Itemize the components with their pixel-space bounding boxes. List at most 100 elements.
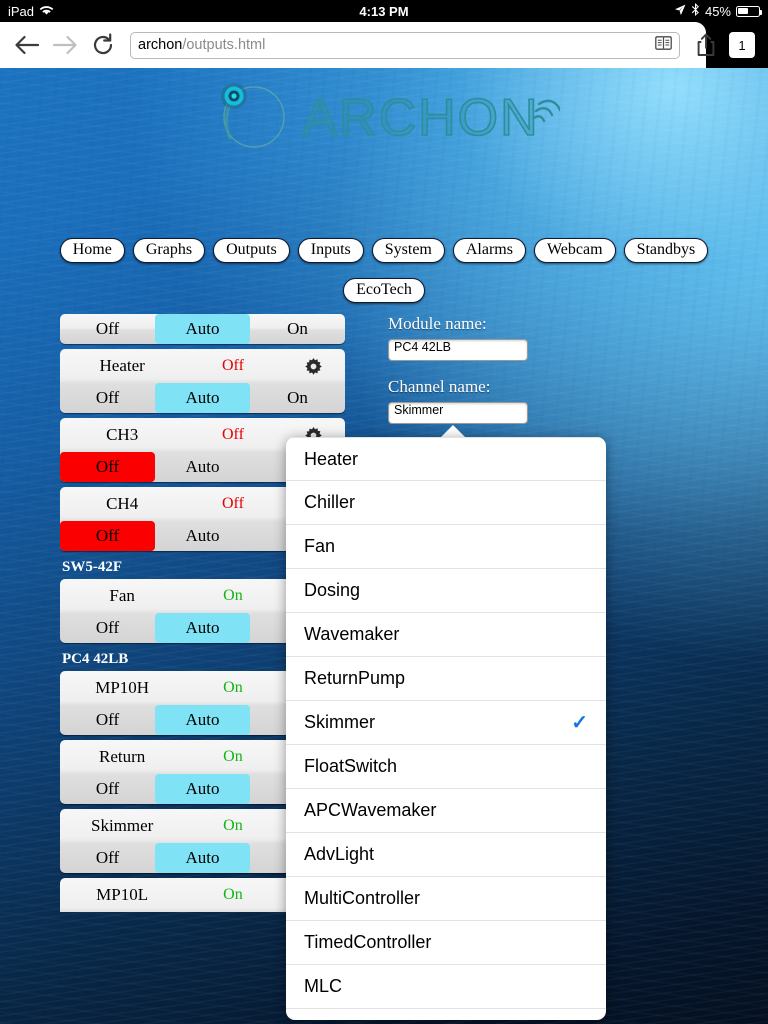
channel-state: On [223,587,243,604]
checkmark-icon: ✓ [571,712,588,734]
battery-icon [736,5,763,17]
mode-on-button[interactable]: On [250,383,345,413]
mode-off-button[interactable]: Off [60,383,155,413]
mode-auto-button[interactable]: Auto [155,314,250,344]
mode-off-button[interactable]: Off [60,452,155,482]
dropdown-option-wavemaker[interactable]: Wavemaker [286,613,606,657]
archon-wordmark: ARCHON [302,88,540,148]
dropdown-option-chiller[interactable]: Chiller [286,481,606,525]
dropdown-option-advlight[interactable]: AdvLight [286,833,606,877]
tab-count-badge[interactable]: 1 [729,32,755,58]
channel-state: On [223,679,243,696]
mode-auto-button[interactable]: Auto [155,452,250,482]
dropdown-option-timedcontroller[interactable]: TimedController [286,921,606,965]
nav-item-webcam[interactable]: Webcam [533,238,616,263]
dropdown-option-label: TimedController [304,932,432,952]
mode-auto-button[interactable]: Auto [155,613,250,643]
status-bar-right: 45% [674,3,763,19]
mode-auto-button[interactable]: Auto [155,843,250,873]
mode-auto-button[interactable]: Auto [155,774,250,804]
dropdown-option-label: Heater [304,448,359,469]
forward-arrow-icon[interactable] [48,28,82,62]
wifi-arc-icon [532,99,560,123]
ios-status-bar: iPad 4:13 PM 45% [0,0,768,22]
url-input[interactable]: archon/outputs.html [130,31,680,59]
nav-item-inputs[interactable]: Inputs [297,238,364,263]
mode-off-button[interactable]: Off [60,613,155,643]
function-dropdown-popover[interactable]: Heater Chiller Fan Dosing Wavemaker ReturnPum… [286,425,606,1020]
dropdown-option-floatswitch[interactable]: FloatSwitch [286,745,606,789]
dropdown-option-label: MLC [304,976,343,996]
dropdown-option-label: APCWavemaker [304,800,437,820]
nav-item-standbys[interactable]: Standbys [623,238,709,263]
channel-name-input[interactable]: Skimmer [388,402,528,424]
site-logo: ARCHON [0,76,768,160]
channel-name: MP10H [95,678,150,697]
channel-name: CH4 [106,494,139,513]
nav-item-graphs[interactable]: Graphs [132,238,206,263]
reader-view-icon[interactable] [655,36,672,54]
nav-item-ecotech[interactable]: EcoTech [343,278,425,303]
url-path: /outputs.html [182,37,266,53]
battery-percent-label: 45% [704,3,731,19]
channel-name-label: Channel name: [388,377,491,396]
mode-off-button[interactable]: Off [60,843,155,873]
dropdown-option-label: MultiController [304,888,421,908]
mode-off-button[interactable]: Off [60,705,155,735]
channel-mode-segmented-control[interactable]: OffAutoOn [60,383,345,413]
channel-name: CH3 [106,425,139,444]
nav-item-outputs[interactable]: Outputs [213,238,290,263]
channel-mode-segmented-control[interactable]: OffAutoOn [60,314,345,344]
channel-name: Heater [99,356,145,375]
bluetooth-icon [691,3,700,19]
channel-state: On [223,817,243,834]
web-page-content: ARCHON Home Graphs Outputs Inputs System Alar… [0,68,768,1024]
mode-off-button[interactable]: Off [60,314,155,344]
mode-auto-button[interactable]: Auto [155,383,250,413]
safari-toolbar: archon/outputs.html 1 [0,22,768,68]
dropdown-option-label: Wavemaker [304,624,400,644]
secondary-navigation: EcoTech [0,278,768,303]
dropdown-option-label: FloatSwitch [304,756,398,776]
gear-icon[interactable] [286,357,341,375]
channel-state: Off [221,357,244,374]
dropdown-option-label: ReturnPump [304,668,406,688]
wifi-icon [39,4,54,19]
dropdown-option-label: Fan [304,536,336,556]
status-bar-clock: 4:13 PM [359,3,409,19]
module-name-input[interactable]: PC4 42LB [388,339,528,361]
dropdown-option-fan[interactable]: Fan [286,525,606,569]
nav-item-home[interactable]: Home [59,238,125,263]
mode-auto-button[interactable]: Auto [155,705,250,735]
channel-state: Off [221,495,244,512]
channel-state: On [223,886,243,903]
channel-name: MP10L [96,885,149,904]
dropdown-option-dosing[interactable]: Dosing [286,569,606,613]
channel-name: Fan [109,586,135,605]
primary-navigation: Home Graphs Outputs Inputs System Alarms Webca… [0,238,768,263]
mode-on-button[interactable]: On [250,314,345,344]
dropdown-option-multicontroller[interactable]: MultiController [286,877,606,921]
dropdown-option-returnpump[interactable]: ReturnPump [286,657,606,701]
channel-card[interactable]: Heater Off Off Auto On [60,349,345,413]
popover-option-list[interactable]: Heater Chiller Fan Dosing Wavemaker ReturnPum… [286,437,606,1020]
mode-off-button[interactable]: Off [60,774,155,804]
back-arrow-icon[interactable] [10,28,44,62]
dropdown-option-heater[interactable]: Heater [286,437,606,481]
reload-icon[interactable] [86,28,120,62]
nav-item-alarms[interactable]: Alarms [452,238,526,263]
channel-card-header: Heater Off [60,349,345,383]
url-host: archon [138,37,183,53]
mode-off-button[interactable]: Off [60,521,155,551]
dropdown-option-mlc[interactable]: MLC [286,965,606,1009]
share-icon[interactable] [690,28,722,62]
dropdown-option-apcwavemaker[interactable]: APCWavemaker [286,789,606,833]
channel-card[interactable]: Off Auto On [60,314,345,344]
dropdown-option-skimmer[interactable]: Skimmer ✓ [286,701,606,745]
status-bar-left: iPad [8,4,54,19]
dropdown-option-label: AdvLight [304,844,375,864]
nav-item-system[interactable]: System [371,238,445,263]
mode-auto-button[interactable]: Auto [155,521,250,551]
dropdown-option-label: Skimmer [304,712,375,732]
archon-mark-icon [221,83,286,148]
